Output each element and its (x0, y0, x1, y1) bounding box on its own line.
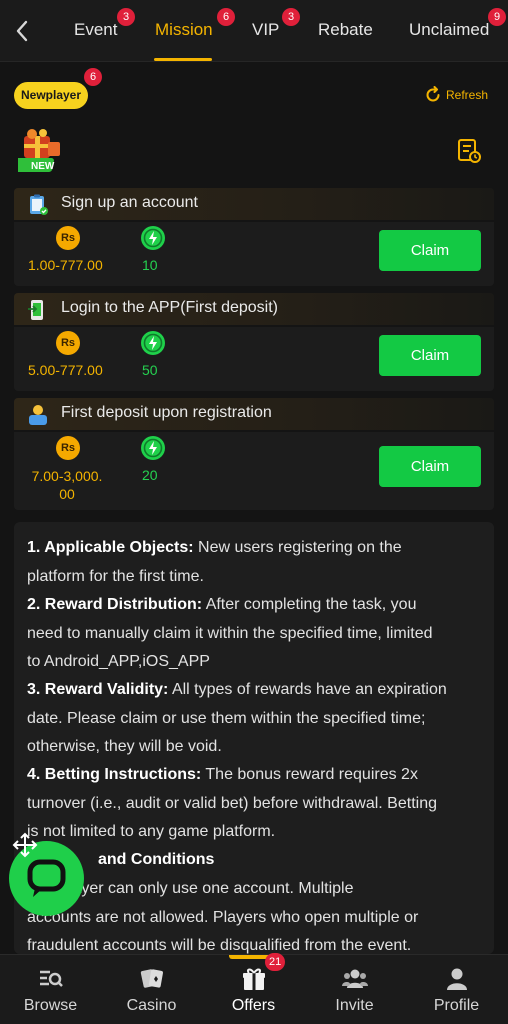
rule-item: 4. Betting Instructions: The bonus rewar… (27, 761, 487, 847)
reward-points: 50 (142, 362, 158, 378)
task-card: Sign up an account Rs 1.00-777.00 10 Cla… (14, 188, 494, 286)
reward-amount: 1.00-777.00 (28, 257, 103, 273)
tab-mission-badge: 6 (217, 8, 235, 26)
nav-label: Casino (126, 997, 177, 1014)
reward-points: 20 (142, 467, 158, 483)
claim-button[interactable]: Claim (379, 335, 481, 376)
rule-text: New users registering on the (193, 539, 402, 556)
tab-mission[interactable]: Mission (155, 20, 213, 40)
nav-casino[interactable]: Casino (101, 955, 202, 1024)
tab-event[interactable]: Event (74, 20, 117, 40)
rule-text: All types of rewards have an expiration (168, 681, 447, 698)
task-header: First deposit upon registration (14, 398, 494, 430)
task-header: Sign up an account (14, 188, 494, 220)
rupee-coin-icon: Rs (56, 226, 80, 250)
user-deposit-icon (26, 403, 50, 427)
rule-heading: 1. Applicable Objects: (27, 539, 194, 556)
nav-label: Offers (231, 997, 276, 1014)
cards-icon (138, 965, 166, 993)
rule-text: to Android_APP,iOS_APP (27, 653, 210, 670)
task-card: Login to the APP(First deposit) Rs 5.00-… (14, 293, 494, 391)
nav-invite[interactable]: Invite (304, 955, 405, 1024)
top-tab-bar: Event 3 Mission 6 VIP 3 Rebate Unclaimed… (0, 0, 508, 62)
rule-text: After completing the task, you (202, 596, 417, 613)
rule-text: accounts are not allowed. Players who op… (27, 908, 419, 926)
reward-amount: 5.00-777.00 (28, 362, 103, 378)
back-arrow-icon[interactable] (12, 18, 36, 44)
tab-rebate[interactable]: Rebate (318, 20, 373, 40)
rule-text: The bonus reward requires 2x (201, 766, 418, 783)
rule-item: 1. Applicable Objects: New users registe… (27, 534, 487, 591)
newplayer-chip[interactable]: Newplayer (14, 82, 88, 109)
active-tab-indicator (154, 58, 212, 61)
nav-profile[interactable]: Profile (406, 955, 507, 1024)
rule-text: need to manually claim it within the spe… (27, 624, 433, 642)
task-title: First deposit upon registration (61, 404, 272, 421)
rupee-coin-icon: Rs (56, 436, 80, 460)
rupee-coin-icon: Rs (56, 331, 80, 355)
rule-item: player can only use one account. Multipl… (27, 875, 487, 954)
task-body: Rs 1.00-777.00 10 Claim (14, 222, 494, 286)
task-title: Sign up an account (61, 194, 198, 211)
rule-heading: 4. Betting Instructions: (27, 766, 202, 783)
gift-icon (240, 965, 268, 993)
gift-new-icon: NEW (12, 126, 68, 176)
task-body: Rs 5.00-777.00 50 Claim (14, 327, 494, 391)
reward-amount-line2: 00 (59, 486, 75, 502)
tab-vip-badge: 3 (282, 8, 300, 26)
nav-label: Profile (433, 997, 480, 1014)
task-card: First deposit upon registration Rs 7.00-… (14, 398, 494, 510)
tab-event-badge: 3 (117, 8, 135, 26)
offers-badge: 21 (265, 953, 286, 971)
bottom-nav: Browse Casino 21 Offers Invite Profile (0, 953, 508, 1024)
rule-heading: and Conditions (98, 851, 215, 868)
claim-button[interactable]: Claim (379, 446, 481, 487)
rule-text: fraudulent accounts will be disqualified… (27, 937, 412, 954)
rule-heading: 2. Reward Distribution: (27, 596, 203, 613)
records-icon[interactable] (456, 138, 482, 164)
tab-unclaimed-badge: 9 (488, 8, 506, 26)
rule-heading: 3. Reward Validity: (27, 681, 169, 698)
nav-label: Invite (335, 997, 374, 1014)
browse-search-icon (37, 965, 65, 993)
profile-icon (443, 965, 471, 993)
rule-text: date. Please claim or use them within th… (27, 709, 426, 727)
rules-panel: 1. Applicable Objects: New users registe… (14, 522, 494, 954)
task-body: Rs 7.00-3,000. 00 20 Claim (14, 432, 494, 510)
rule-item: 3. Reward Validity: All types of rewards… (27, 676, 487, 762)
tab-vip[interactable]: VIP (252, 20, 279, 40)
newplayer-badge: 6 (84, 68, 102, 86)
task-title: Login to the APP(First deposit) (61, 299, 278, 316)
rule-text: is not limited to any game platform. (27, 823, 276, 840)
reward-amount: 7.00-3,000. 00 (22, 467, 112, 503)
rule-item: 2. Reward Distribution: After completing… (27, 591, 487, 677)
nav-offers[interactable]: 21 Offers (203, 953, 304, 1024)
task-header: Login to the APP(First deposit) (14, 293, 494, 325)
lightning-icon (141, 436, 165, 460)
nav-browse[interactable]: Browse (0, 955, 101, 1024)
rule-text: turnover (i.e., audit or valid bet) befo… (27, 794, 437, 812)
app-login-icon (26, 298, 50, 322)
clipboard-icon (26, 193, 50, 217)
nav-label: Browse (23, 997, 78, 1014)
lightning-icon (141, 331, 165, 355)
claim-button[interactable]: Claim (379, 230, 481, 271)
tab-unclaimed[interactable]: Unclaimed (409, 20, 489, 40)
users-icon (341, 965, 369, 993)
reward-points: 10 (142, 257, 158, 273)
lightning-icon (141, 226, 165, 250)
refresh-label: Refresh (446, 88, 489, 102)
rule-item: and Conditions (98, 846, 494, 875)
new-tag-text: NEW (31, 161, 55, 172)
rule-text: platform for the first time. (27, 567, 204, 585)
rule-text: otherwise, they will be void. (27, 738, 222, 755)
drag-move-icon[interactable] (12, 832, 38, 858)
refresh-icon (426, 86, 440, 102)
reward-amount-line1: 7.00-3,000. (31, 468, 103, 484)
refresh-button[interactable]: Refresh (424, 84, 488, 106)
